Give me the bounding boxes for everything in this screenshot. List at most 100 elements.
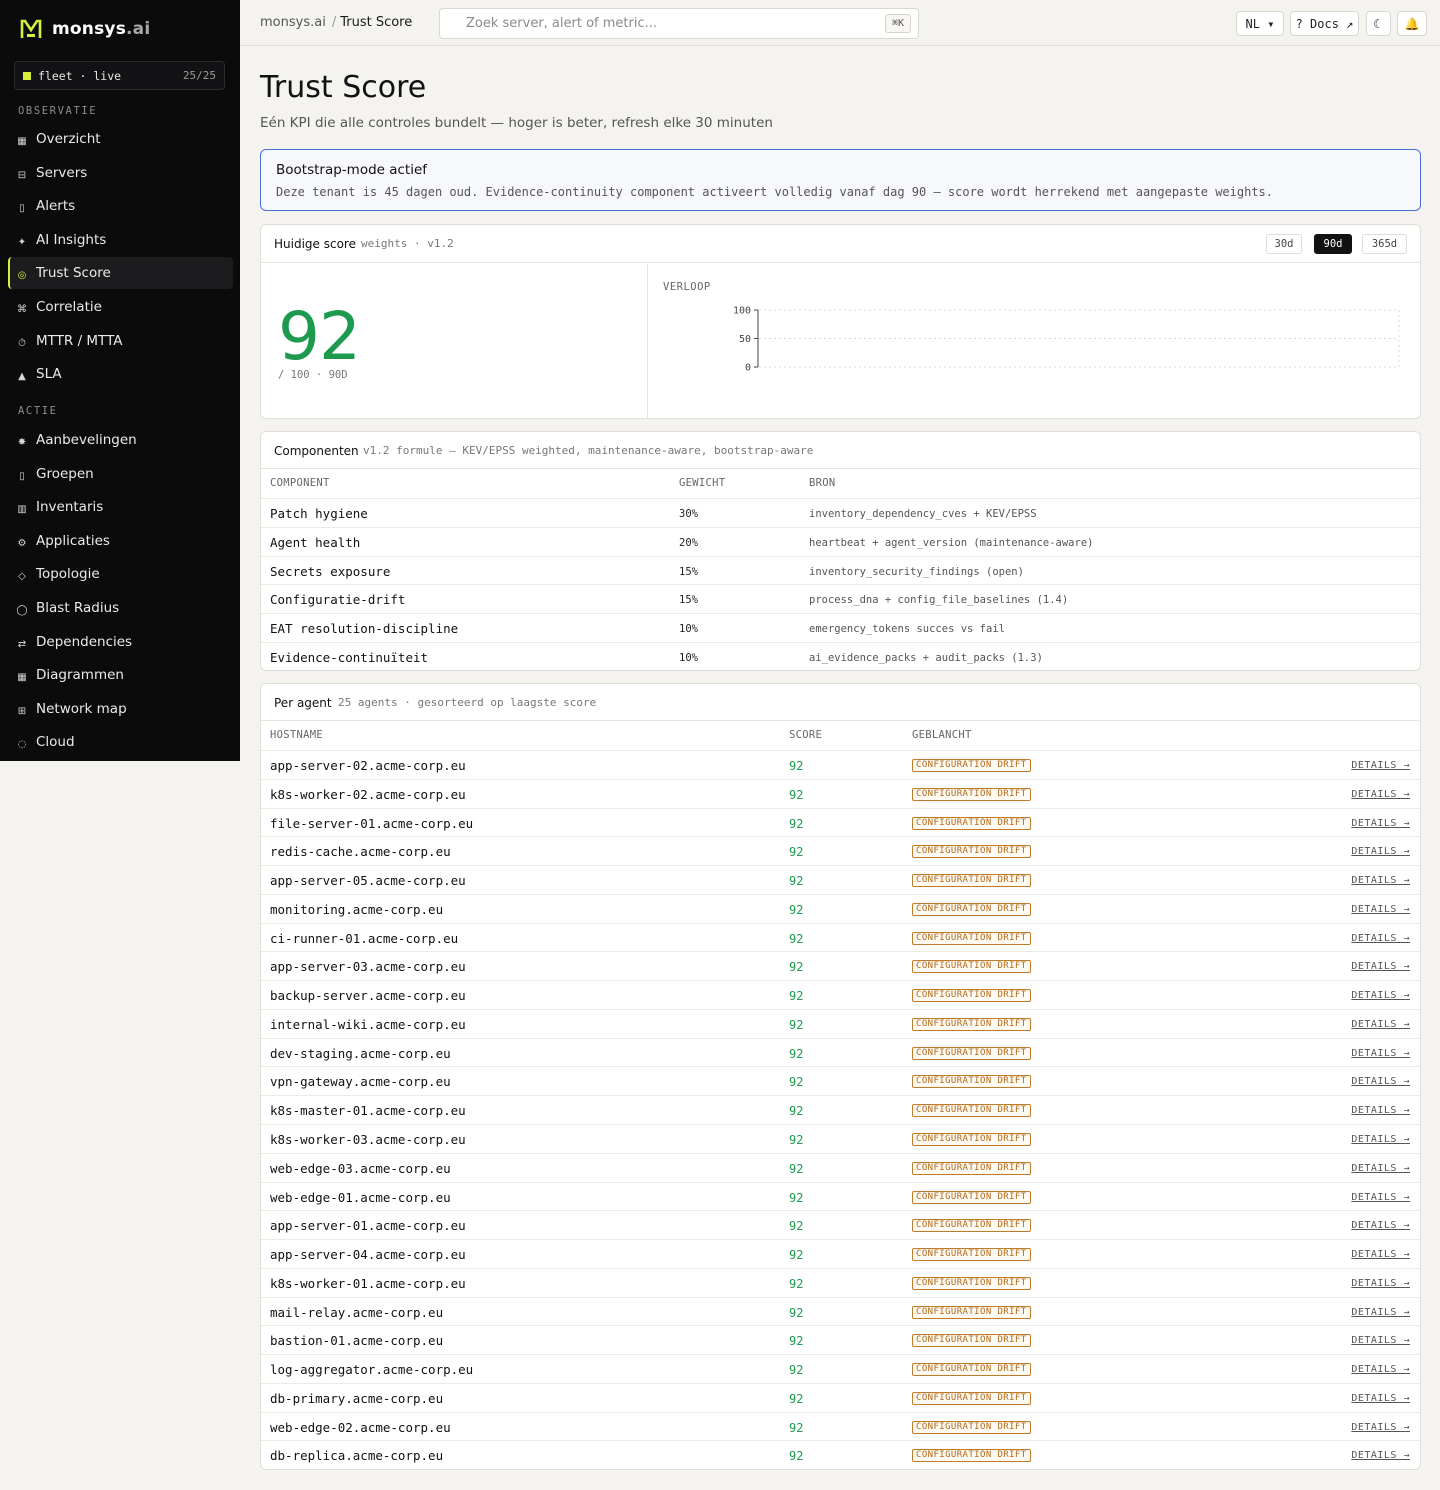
details-link[interactable]: DETAILS → — [1351, 961, 1410, 972]
breadcrumb-root[interactable]: monsys.ai — [260, 15, 326, 30]
sidebar-item-dependencies[interactable]: ⇄ Dependencies — [8, 626, 233, 658]
brand-logo[interactable]: monsys.ai — [20, 18, 150, 40]
theme-toggle-icon[interactable]: ☾ — [1366, 11, 1391, 36]
sidebar-item-label: Correlatie — [36, 299, 102, 315]
monsys-logo-icon — [20, 19, 42, 38]
sidebar-item-trust-score[interactable]: ◎ Trust Score — [8, 257, 233, 289]
table-row: k8s-worker-01.acme-corp.eu 92 CONFIGURATIO… — [261, 1267, 1420, 1297]
range-button-365d[interactable]: 365d — [1362, 234, 1407, 254]
details-link[interactable]: DETAILS → — [1351, 1422, 1410, 1433]
sidebar-item-groepen[interactable]: ▯ Groepen — [8, 458, 233, 490]
sidebar-item-label: Applicaties — [36, 533, 110, 549]
details-link[interactable]: DETAILS → — [1351, 1249, 1410, 1260]
table-row: web-edge-03.acme-corp.eu 92 CONFIGURATION … — [261, 1152, 1420, 1182]
details-link[interactable]: DETAILS → — [1351, 904, 1410, 915]
component-name: EAT resolution-discipline — [270, 621, 459, 637]
fleet-status[interactable]: fleet · live 25/25 — [14, 61, 225, 90]
bootstrap-alert: Bootstrap-mode actief Deze tenant is 45 … — [260, 149, 1421, 211]
cloud-icon: ◌ — [17, 738, 27, 750]
sidebar-item-servers[interactable]: ⊟ Servers — [8, 157, 233, 189]
sidebar-item-label: Alerts — [36, 198, 76, 214]
search-placeholder: Zoek server, alert of metric... — [466, 16, 658, 31]
details-link[interactable]: DETAILS → — [1351, 1192, 1410, 1203]
drift-badge: CONFIGURATION DRIFT — [912, 1161, 1031, 1175]
command-icon: ⌘ — [17, 303, 27, 315]
details-link[interactable]: DETAILS → — [1351, 1364, 1410, 1375]
drift-badge: CONFIGURATION DRIFT — [912, 1017, 1031, 1031]
details-link[interactable]: DETAILS → — [1351, 1307, 1410, 1318]
sidebar-item-diagrammen[interactable]: ▦ Diagrammen — [8, 659, 233, 691]
details-link[interactable]: DETAILS → — [1351, 1335, 1410, 1346]
details-link[interactable]: DETAILS → — [1351, 1220, 1410, 1231]
table-row: k8s-worker-02.acme-corp.eu 92 CONFIGURATIO… — [261, 778, 1420, 808]
sidebar-item-sla[interactable]: ▲ SLA — [8, 358, 233, 390]
bell-icon: ▯ — [19, 202, 25, 214]
sidebar-item-inventaris[interactable]: ▥ Inventaris — [8, 491, 233, 523]
details-link[interactable]: DETAILS → — [1351, 1105, 1410, 1116]
docs-link[interactable]: ? Docs ↗ — [1290, 11, 1359, 36]
details-link[interactable]: DETAILS → — [1351, 1048, 1410, 1059]
search-input[interactable]: Zoek server, alert of metric... ⌘K — [439, 8, 919, 39]
sidebar-item-alerts[interactable]: ▯ Alerts — [8, 190, 233, 222]
sidebar-item-applicaties[interactable]: ⚙ Applicaties — [8, 525, 233, 557]
sidebar-item-cloud[interactable]: ◌ Cloud — [8, 726, 233, 758]
details-link[interactable]: DETAILS → — [1351, 875, 1410, 886]
notifications-icon[interactable]: 🔔 — [1397, 11, 1427, 36]
sidebar-item-network-map[interactable]: ⊞ Network map — [8, 693, 233, 725]
drift-badge: CONFIGURATION DRIFT — [912, 931, 1031, 945]
details-link[interactable]: DETAILS → — [1351, 760, 1410, 771]
details-link[interactable]: DETAILS → — [1351, 1163, 1410, 1174]
column-header-gewicht: GEWICHT — [679, 477, 726, 489]
table-row: k8s-master-01.acme-corp.eu 92 CONFIGURATIO… — [261, 1095, 1420, 1124]
sidebar-item-overzicht[interactable]: ▦ Overzicht — [8, 123, 233, 155]
details-link[interactable]: DETAILS → — [1351, 1450, 1410, 1461]
table-row: web-edge-02.acme-corp.eu 92 CONFIGURATION … — [261, 1411, 1420, 1441]
range-button-30d[interactable]: 30d — [1266, 234, 1302, 254]
sidebar-item-label: Trust Score — [36, 265, 111, 281]
details-link[interactable]: DETAILS → — [1351, 1019, 1410, 1030]
agent-score: 92 — [789, 1017, 804, 1032]
drift-badge: CONFIGURATION DRIFT — [912, 759, 1031, 772]
table-row: dev-staging.acme-corp.eu 92 CONFIGURATION … — [261, 1037, 1420, 1067]
column-header-hostname: HOSTNAME — [270, 729, 323, 741]
section-observatie: OBSERVATIE — [18, 105, 98, 117]
details-link[interactable]: DETAILS → — [1351, 1278, 1410, 1289]
table-row: app-server-05.acme-corp.eu 92 CONFIGURATIO… — [261, 865, 1420, 894]
table-row: Evidence-continuïteit 10% ai_evidence_pack… — [261, 642, 1420, 671]
sidebar-item-ai-insights[interactable]: ✦ AI Insights — [8, 224, 233, 256]
range-button-90d[interactable]: 90d — [1314, 234, 1352, 254]
details-link[interactable]: DETAILS → — [1351, 1393, 1410, 1404]
agent-score: 92 — [789, 1276, 804, 1291]
details-link[interactable]: DETAILS → — [1351, 1076, 1410, 1087]
component-weight: 15% — [679, 594, 698, 607]
details-link[interactable]: DETAILS → — [1351, 933, 1410, 944]
agent-hostname: app-server-01.acme-corp.eu — [270, 1218, 466, 1234]
table-row: app-server-01.acme-corp.eu 92 CONFIGURATIO… — [261, 1210, 1420, 1239]
drift-badge: CONFIGURATION DRIFT — [912, 1075, 1031, 1089]
sidebar-item-correlatie[interactable]: ⌘ Correlatie — [8, 291, 233, 323]
sidebar-item-blast-radius[interactable]: ◯ Blast Radius — [8, 592, 233, 624]
diagram-icon: ▦ — [17, 671, 27, 683]
agent-score: 92 — [789, 874, 804, 889]
table-row: app-server-03.acme-corp.eu 92 CONFIGURATIO… — [261, 951, 1420, 980]
details-link[interactable]: DETAILS → — [1351, 818, 1410, 829]
agent-hostname: app-server-04.acme-corp.eu — [270, 1247, 466, 1263]
details-link[interactable]: DETAILS → — [1351, 846, 1410, 857]
details-link[interactable]: DETAILS → — [1351, 1134, 1410, 1145]
sidebar-item-aanbevelingen[interactable]: ✸ Aanbevelingen — [8, 424, 233, 456]
language-select[interactable]: NL ▾ — [1236, 11, 1284, 36]
y-tick-label: 0 — [745, 363, 751, 374]
drift-badge: CONFIGURATION DRIFT — [912, 845, 1031, 859]
table-row: Secrets exposure 15% inventory_security_fi… — [261, 555, 1420, 585]
sidebar-item-topologie[interactable]: ◇ Topologie — [8, 558, 233, 590]
agent-score: 92 — [789, 1449, 804, 1464]
details-link[interactable]: DETAILS → — [1351, 990, 1410, 1001]
details-link[interactable]: DETAILS → — [1351, 789, 1410, 800]
sidebar-item-mttr-mtta[interactable]: ⏱ MTTR / MTTA — [8, 325, 233, 357]
agent-hostname: app-server-03.acme-corp.eu — [270, 959, 466, 975]
sidebar-item-label: Servers — [36, 165, 88, 181]
components-card: Componenten v1.2 formule — KEV/EPSS weig… — [260, 431, 1421, 671]
agent-score: 92 — [789, 960, 804, 975]
table-row: ci-runner-01.acme-corp.eu 92 CONFIGURATION… — [261, 922, 1420, 952]
grid-icon: ⊞ — [17, 705, 27, 717]
